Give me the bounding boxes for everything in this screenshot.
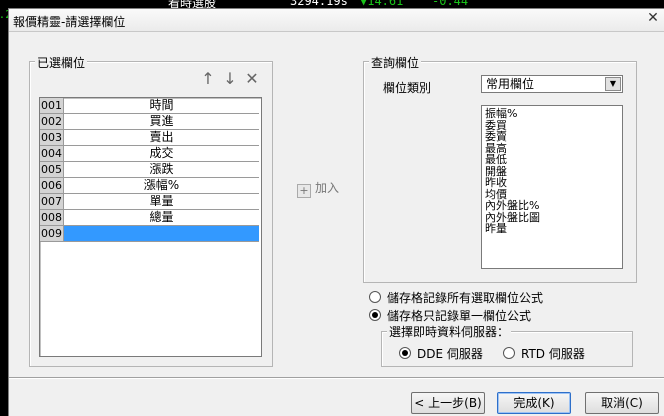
list-item[interactable]: 最低: [485, 154, 619, 166]
selected-fields-list[interactable]: 001 時間 002 買進 003 賣出 004 成交 005 漲跌 006 漲幅% 007…: [39, 97, 262, 357]
list-item[interactable]: 振幅%: [485, 108, 619, 120]
list-item[interactable]: 內外盤比%: [485, 200, 619, 212]
available-fields-list[interactable]: 振幅% 委買 委賣 最高 最低 開盤 昨收 均價 內外盤比% 內外盤比圖 昨量: [481, 105, 623, 269]
field-row-number: 009: [40, 226, 64, 242]
field-row-selected[interactable]: 009: [40, 226, 259, 242]
selected-fields-legend: 已選欄位: [35, 54, 88, 71]
field-picker-dialog: 報價精靈-請選擇欄位 ✕ 已選欄位 ↑ ↓ ✕ 001 時間 002 買進 003 賣出 …: [8, 8, 664, 416]
selected-fields-toolbar: ↑ ↓ ✕: [197, 69, 263, 88]
category-label: 欄位類別: [383, 81, 432, 95]
radio-store-all-formulas[interactable]: 儲存格記錄所有選取欄位公式: [369, 289, 543, 306]
move-up-icon[interactable]: ↑: [197, 69, 219, 88]
field-row-number: 001: [40, 98, 64, 114]
radio-dde-server[interactable]: DDE 伺服器: [399, 345, 483, 362]
finish-button[interactable]: 完成(K): [497, 392, 571, 414]
close-icon[interactable]: ✕: [640, 9, 664, 27]
category-select-value: 常用欄位: [486, 77, 535, 91]
field-row-name: 單量: [64, 194, 259, 210]
field-row-number: 008: [40, 210, 64, 226]
dialog-title: 報價精靈-請選擇欄位: [13, 15, 126, 29]
background-left-value: 0.28: [0, 8, 8, 21]
field-row-name: 漲跌: [64, 162, 259, 178]
background-quote-text: 看時選股: [168, 0, 217, 8]
add-field-label: 加入: [315, 181, 340, 195]
field-row-name: 成交: [64, 146, 259, 162]
radio-icon: [503, 347, 515, 359]
category-select[interactable]: 常用欄位 ▼: [481, 75, 623, 93]
field-row-name: 買進: [64, 114, 259, 130]
list-item[interactable]: 昨收: [485, 177, 619, 189]
list-item[interactable]: 委賣: [485, 131, 619, 143]
field-row[interactable]: 007 單量: [40, 194, 259, 210]
radio-icon: [369, 291, 381, 303]
move-down-icon[interactable]: ↓: [219, 69, 241, 88]
field-row-number: 002: [40, 114, 64, 130]
list-item[interactable]: 昨量: [485, 223, 619, 235]
field-row-number: 004: [40, 146, 64, 162]
field-row[interactable]: 008 總量: [40, 210, 259, 226]
field-row[interactable]: 004 成交: [40, 146, 259, 162]
field-row-name: 時間: [64, 98, 259, 114]
field-row-name: [64, 226, 259, 242]
chevron-down-icon[interactable]: ▼: [605, 77, 621, 91]
title-bar[interactable]: 報價精靈-請選擇欄位 ✕: [9, 9, 664, 32]
server-legend: 選擇即時資料伺服器：: [387, 323, 512, 340]
dde-server-label: DDE 伺服器: [417, 347, 483, 361]
add-field-button[interactable]: + 加入: [297, 179, 339, 198]
store-all-formulas-label: 儲存格記錄所有選取欄位公式: [387, 291, 544, 305]
field-row-name: 總量: [64, 210, 259, 226]
field-row-number: 005: [40, 162, 64, 178]
rtd-server-label: RTD 伺服器: [521, 347, 585, 361]
field-row-name: 賣出: [64, 130, 259, 146]
field-row[interactable]: 002 買進: [40, 114, 259, 130]
background-quote-strip: 看時選股 3294.19s ▼14.61 -0.44: [0, 0, 664, 8]
store-single-formula-label: 儲存格只記錄單一欄位公式: [387, 309, 532, 323]
field-row-number: 007: [40, 194, 64, 210]
cancel-button[interactable]: 取消(C): [585, 392, 659, 414]
field-row[interactable]: 001 時間: [40, 98, 259, 114]
divider: [9, 377, 664, 379]
radio-selected-icon: [399, 347, 411, 359]
field-row-name: 漲幅%: [64, 178, 259, 194]
field-row[interactable]: 003 賣出: [40, 130, 259, 146]
background-quote-change: ▼14.61: [360, 0, 404, 8]
radio-store-single-formula[interactable]: 儲存格只記錄單一欄位公式: [369, 307, 531, 324]
remove-icon[interactable]: ✕: [241, 69, 263, 88]
radio-rtd-server[interactable]: RTD 伺服器: [503, 345, 585, 362]
field-row-number: 003: [40, 130, 64, 146]
background-quote-index: 3294.19s: [290, 0, 348, 8]
background-left-strip: 0.28: [0, 8, 8, 416]
radio-selected-icon: [369, 309, 381, 321]
field-row[interactable]: 006 漲幅%: [40, 178, 259, 194]
field-row-number: 006: [40, 178, 64, 194]
plus-icon: +: [297, 184, 311, 198]
field-row[interactable]: 005 漲跌: [40, 162, 259, 178]
back-button[interactable]: < 上一步(B): [411, 392, 485, 414]
query-fields-legend: 查詢欄位: [369, 54, 422, 71]
background-quote-percent: -0.44: [432, 0, 469, 8]
